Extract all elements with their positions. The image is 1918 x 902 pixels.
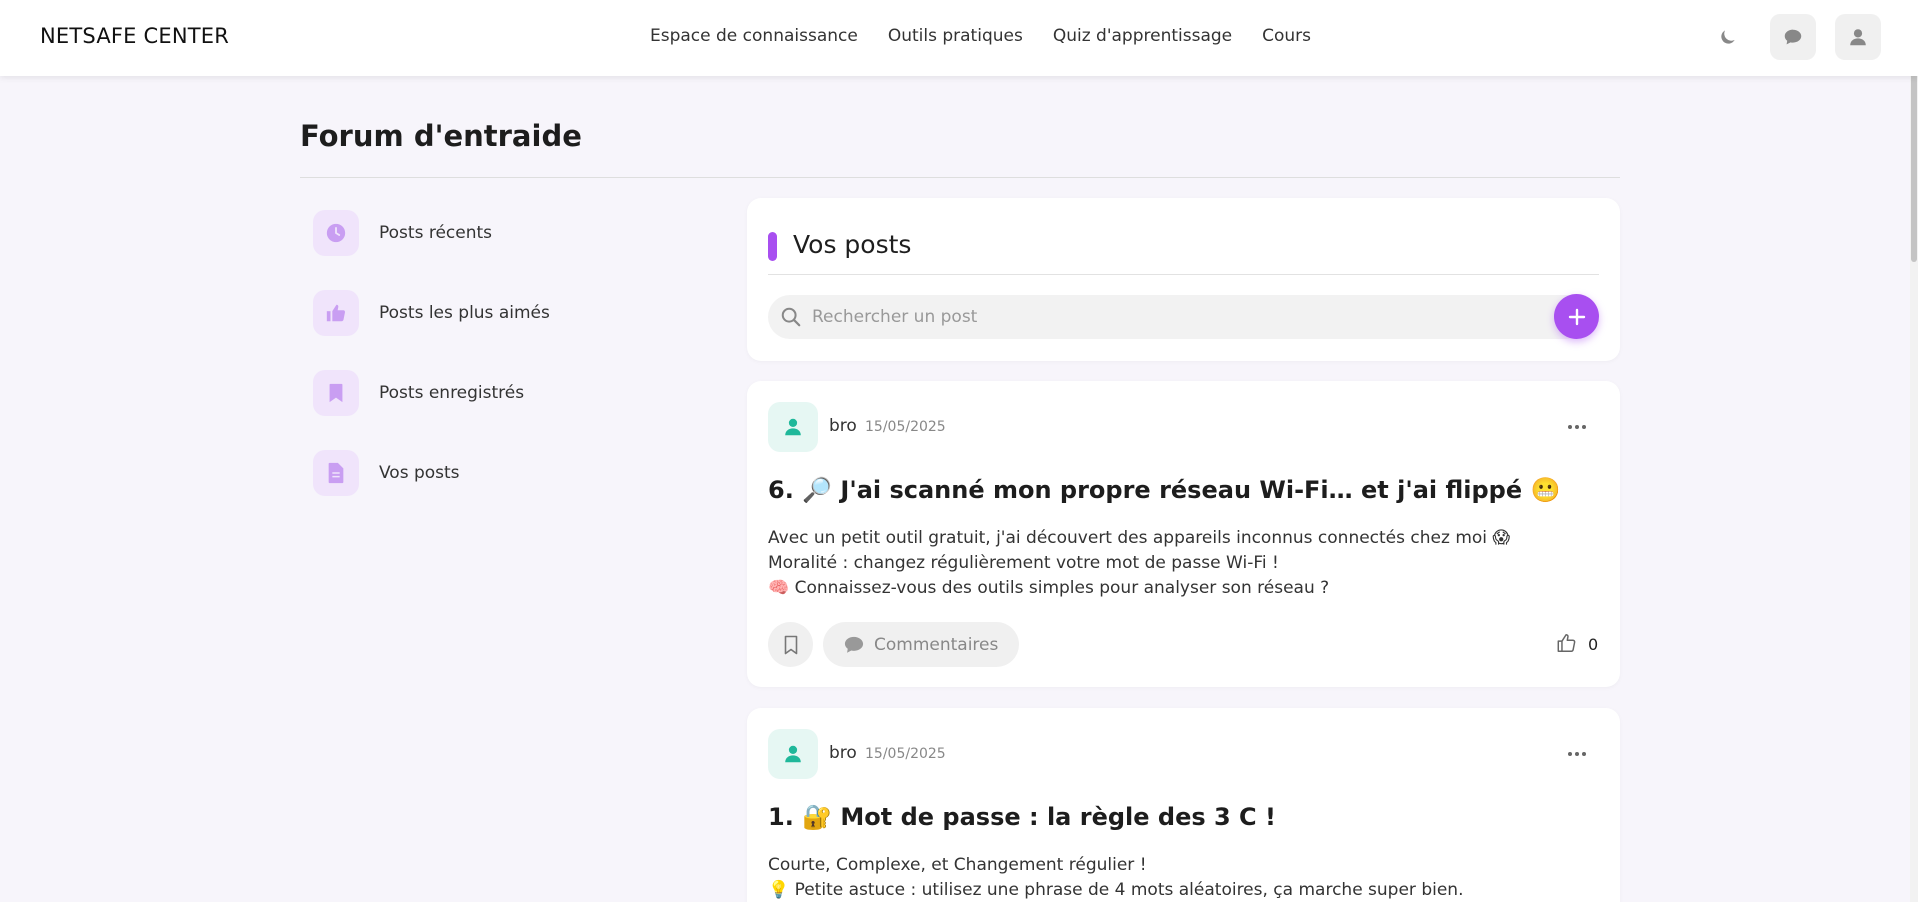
post-body-line: Courte, Complexe, et Changement régulier…: [768, 855, 1147, 875]
avatar: [768, 402, 818, 452]
nav-quiz[interactable]: Quiz d'apprentissage: [1053, 26, 1232, 46]
more-horizontal-icon: [1568, 752, 1586, 756]
post-date: 15/05/2025: [865, 746, 946, 762]
sidebar-item-most-liked[interactable]: Posts les plus aimés: [313, 290, 550, 336]
post-options-button[interactable]: [1557, 417, 1597, 437]
thumbs-up-outline-icon: [1557, 634, 1576, 652]
your-posts-header-card: Vos posts: [747, 198, 1620, 361]
post-title[interactable]: 6. 🔎 J'ai scanné mon propre réseau Wi-Fi…: [768, 476, 1560, 504]
bookmark-outline-icon: [784, 635, 797, 654]
document-icon: [328, 462, 344, 484]
nav-cours[interactable]: Cours: [1262, 26, 1311, 46]
post-card: bro 15/05/2025 6. 🔎 J'ai scanné mon prop…: [747, 381, 1620, 687]
chat-icon: [1784, 29, 1802, 45]
save-post-button[interactable]: [768, 622, 813, 667]
plus-icon: [1568, 308, 1585, 325]
messages-button[interactable]: [1770, 14, 1816, 60]
comment-icon: [844, 636, 864, 653]
dark-mode-toggle[interactable]: [1705, 14, 1751, 60]
title-divider: [300, 177, 1620, 178]
moon-icon: [1721, 30, 1735, 44]
profile-button[interactable]: [1835, 14, 1881, 60]
post-body: Avec un petit outil gratuit, j'ai découv…: [768, 526, 1510, 601]
sidebar-item-label: Posts enregistrés: [379, 383, 525, 403]
clock-icon: [326, 223, 346, 243]
comments-button[interactable]: Commentaires: [823, 622, 1020, 667]
search-icon: [781, 307, 801, 327]
sidebar-item-saved-posts[interactable]: Posts enregistrés: [313, 370, 550, 416]
sidebar-item-label: Posts les plus aimés: [379, 303, 550, 323]
post-body-line: Avec un petit outil gratuit, j'ai découv…: [768, 528, 1511, 548]
main-nav: Espace de connaissance Outils pratiques …: [650, 26, 1311, 46]
post-author[interactable]: bro: [829, 743, 857, 763]
site-logo[interactable]: NETSAFE CENTER: [40, 24, 229, 48]
section-divider: [768, 274, 1599, 275]
page-scrollbar[interactable]: [1910, 0, 1918, 902]
post-body-line: 🧠 Connaissez-vous des outils simples pou…: [768, 578, 1330, 598]
post-body: Courte, Complexe, et Changement régulier…: [768, 853, 1463, 902]
sidebar-icon-box: [313, 290, 359, 336]
avatar: [768, 729, 818, 779]
sidebar-icon-box: [313, 210, 359, 256]
page-title: Forum d'entraide: [300, 119, 582, 153]
nav-outils-pratiques[interactable]: Outils pratiques: [888, 26, 1023, 46]
user-icon: [785, 745, 801, 763]
post-body-line: 💡 Petite astuce : utilisez une phrase de…: [768, 880, 1464, 900]
sidebar-icon-box: [313, 450, 359, 496]
nav-espace-connaissance[interactable]: Espace de connaissance: [650, 26, 858, 46]
post-title[interactable]: 1. 🔐 Mot de passe : la règle des 3 C !: [768, 803, 1276, 831]
post-body-line: Moralité : changez régulièrement votre m…: [768, 553, 1279, 573]
sidebar-item-your-posts[interactable]: Vos posts: [313, 450, 550, 496]
post-card: bro 15/05/2025 1. 🔐 Mot de passe : la rè…: [747, 708, 1620, 902]
top-navbar: NETSAFE CENTER Espace de connaissance Ou…: [0, 0, 1918, 76]
search-bar: [768, 295, 1588, 339]
search-input[interactable]: [812, 295, 1512, 339]
section-title: Vos posts: [793, 230, 912, 259]
sidebar-item-label: Vos posts: [379, 463, 460, 483]
like-button[interactable]: [1556, 632, 1578, 658]
add-post-button[interactable]: [1554, 294, 1599, 339]
comments-label: Commentaires: [874, 634, 999, 655]
post-date: 15/05/2025: [865, 419, 946, 435]
forum-sidebar: Posts récents Posts les plus aimés Posts…: [313, 210, 550, 530]
like-count: 0: [1588, 635, 1599, 654]
post-options-button[interactable]: [1557, 744, 1597, 764]
user-icon: [785, 418, 801, 436]
user-icon: [1850, 29, 1866, 46]
bookmark-icon: [329, 383, 343, 403]
section-accent-bar: [768, 232, 777, 261]
sidebar-icon-box: [313, 370, 359, 416]
thumbs-up-icon: [326, 304, 346, 322]
sidebar-item-label: Posts récents: [379, 223, 493, 243]
post-author[interactable]: bro: [829, 416, 857, 436]
more-horizontal-icon: [1568, 425, 1586, 429]
sidebar-item-recent-posts[interactable]: Posts récents: [313, 210, 550, 256]
